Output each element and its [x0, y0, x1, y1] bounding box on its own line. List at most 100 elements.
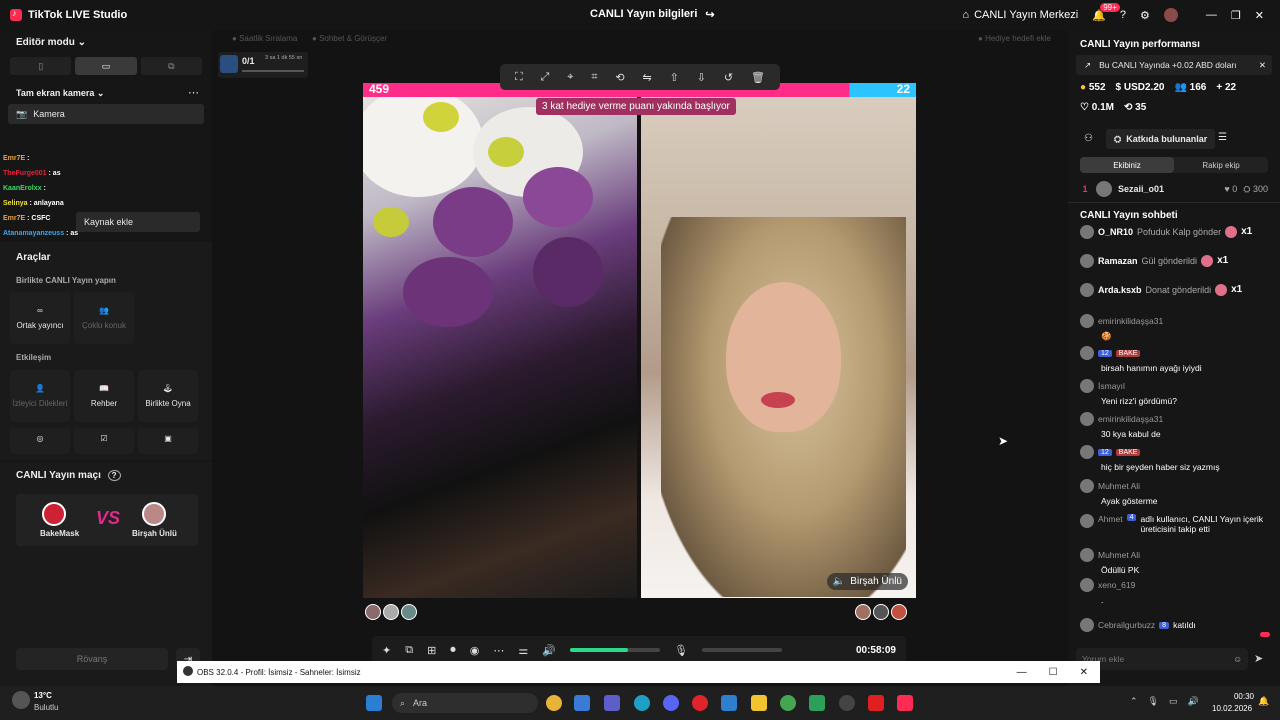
viewer-requests-button[interactable]: 👤 İzleyici Dilekleri	[10, 370, 70, 422]
emoji-icon[interactable]: ☺	[1233, 654, 1248, 664]
teams-icon[interactable]	[604, 695, 620, 711]
mic-tray-icon[interactable]: 🎙	[1148, 696, 1159, 707]
play-together-button[interactable]: 🕹 Birlikte Oyna	[138, 370, 198, 422]
fit-icon[interactable]: ⤢	[541, 71, 550, 84]
weather-icon[interactable]	[12, 691, 30, 709]
tab-chat[interactable]: ● Sohbet & Görüşçer	[312, 34, 387, 43]
mixer-icon[interactable]: ⚌	[518, 644, 528, 657]
chat-message[interactable]: 12 BAKE hiç bir şeyden haber siz yazmış	[1080, 445, 1270, 472]
earnings-banner[interactable]: ↗ Bu CANLI Yayında +0.02 ABD doları ✕	[1076, 55, 1272, 75]
contributors-button[interactable]: ⛭ Katkıda bulunanlar	[1106, 129, 1216, 149]
app-icon[interactable]	[809, 695, 825, 711]
chevron-up-icon[interactable]: ⌃	[1130, 696, 1138, 707]
layer-up-icon[interactable]: ⇧	[670, 71, 679, 84]
rotate-option[interactable]: ⧉	[140, 57, 202, 75]
tab-rival-team[interactable]: Rakip ekip	[1174, 157, 1268, 173]
add-scene-icon[interactable]: ⊞	[427, 644, 436, 657]
co-host-button[interactable]: ∞ Ortak yayıncı	[10, 292, 70, 344]
tiktok-icon[interactable]	[897, 695, 913, 711]
send-icon[interactable]: ➤	[1254, 652, 1263, 665]
comment-input[interactable]: Yorum ekle ☺	[1076, 648, 1248, 670]
gift-row[interactable]: Arda.ksxb Donat gönderildi x1	[1068, 275, 1280, 304]
chat-message[interactable]: Cebrailgurbuzz 8 katıldı	[1080, 618, 1270, 632]
chat-message[interactable]: Muhmet Ali Ayak gösterme	[1080, 479, 1270, 506]
list-icon[interactable]: ☰	[1218, 132, 1227, 143]
more-options-icon[interactable]: ⋯	[188, 86, 199, 99]
trash-icon[interactable]: 🗑	[751, 71, 765, 84]
profile-avatar[interactable]	[1163, 8, 1178, 22]
chat-message[interactable]: xeno_619.	[1080, 578, 1270, 605]
system-tray[interactable]: ⌃ 🎙 ▭ 🔊	[1130, 696, 1199, 707]
portrait-option[interactable]: ▯	[10, 57, 72, 75]
chat-message[interactable]: İsmayıl Yeni rizz'i gördümü?	[1080, 379, 1270, 406]
undo-icon[interactable]: ↺	[724, 71, 733, 84]
magic-wand-icon[interactable]: ✦	[382, 644, 391, 657]
gift-row[interactable]: O_NR10 Pofuduk Kalp gönder x1	[1068, 217, 1280, 246]
chrome-icon[interactable]	[546, 695, 562, 711]
help-icon[interactable]: ?	[107, 470, 121, 481]
chat-message[interactable]: Ahmet 4 adlı kullanıcı, CANLI Yayın içerik…	[1080, 514, 1270, 534]
live-preview[interactable]: 🔈 Birşah Ünlü 459 22 3 kat hediye verme …	[363, 82, 916, 598]
minimize-icon[interactable]: —	[1017, 667, 1027, 678]
notifications-icon[interactable]: 🔔	[1258, 696, 1269, 707]
volume-icon[interactable]: 🔊	[542, 644, 556, 657]
top-contributor-row[interactable]: 1 Sezaii_o01 ♥ 0 ⛭ 300	[1080, 181, 1268, 197]
invite-icon[interactable]: ⚇	[1084, 133, 1093, 144]
rematch-button[interactable]: Rövanş	[16, 648, 168, 670]
notification-icon[interactable]: 🔔 99+	[1092, 2, 1120, 22]
maximize-icon[interactable]: ❐	[1231, 9, 1241, 22]
mic-slider[interactable]	[701, 648, 782, 652]
chat-message[interactable]: emirinkilidaşşa31 🍪	[1080, 314, 1270, 342]
rotate-icon[interactable]: ⟲	[615, 71, 624, 84]
scene-dropdown[interactable]: Tam ekran kamera ⌄	[16, 88, 104, 99]
help-icon[interactable]: ?	[1120, 9, 1126, 21]
multi-guest-button[interactable]: 👥 Çoklu konuk	[74, 292, 134, 344]
editor-mode-dropdown[interactable]: Editör modu ⌄	[16, 37, 86, 48]
right-contributors[interactable]	[855, 604, 907, 620]
landscape-option[interactable]: ▭	[75, 57, 137, 75]
flip-icon[interactable]: ⇋	[643, 71, 652, 84]
volume-tray-icon[interactable]: 🔊	[1188, 696, 1199, 707]
microphone-icon[interactable]: 🎙	[674, 644, 688, 657]
chat-message[interactable]: 12 BAKE birsah hanımın ayağı iyiydi	[1080, 346, 1270, 373]
tab-hourly-ranking[interactable]: ● Saatlik Sıralama	[232, 34, 297, 43]
camera-source[interactable]: 📷 Kamera	[8, 104, 204, 124]
discord-icon[interactable]	[663, 695, 679, 711]
chat-message[interactable]: Muhmet Ali Ödüllü PK	[1080, 548, 1270, 575]
chat-message[interactable]: emirinkilidaşşa31 30 kya kabul de	[1080, 412, 1270, 439]
effects-icon[interactable]: ⧉	[405, 644, 413, 657]
guide-button[interactable]: 📖 Rehber	[74, 370, 134, 422]
youtube-icon[interactable]	[868, 695, 884, 711]
camera-switch-icon[interactable]: ◉	[470, 644, 480, 657]
live-info-button[interactable]: CANLI Yayın bilgileri ↪	[590, 8, 715, 21]
windows-start-icon[interactable]	[366, 695, 382, 711]
network-icon[interactable]: ▭	[1169, 696, 1178, 707]
tool-row-icon-3[interactable]: ▣	[138, 428, 198, 454]
add-gift-goal[interactable]: ● Hediye hedefi ekle	[978, 34, 1051, 43]
edge-icon[interactable]	[634, 695, 650, 711]
close-icon[interactable]: ✕	[1259, 60, 1272, 71]
fullscreen-icon[interactable]: ⛶	[515, 71, 523, 84]
tool-row-icon-1[interactable]: ◎	[10, 428, 70, 454]
gift-row[interactable]: Ramazan Gül gönderildi x1	[1068, 246, 1280, 275]
folder-icon[interactable]	[751, 695, 767, 711]
crop-icon[interactable]: ⌗	[591, 71, 597, 84]
obs-window-titlebar[interactable]: OBS 32.0.4 - Profil: İsimsiz - Sahneler:…	[177, 661, 1100, 683]
gift-goal-widget[interactable]: 0/1 3 sa 1 dk 55 sn	[218, 52, 308, 78]
tool-row-icon-2[interactable]: ☑	[74, 428, 134, 454]
volume-slider[interactable]	[569, 648, 660, 652]
close-icon[interactable]: ✕	[1255, 9, 1264, 22]
add-source-button[interactable]: Kaynak ekle	[76, 212, 200, 232]
taskbar-search[interactable]: ⌕ Ara	[392, 693, 538, 713]
chrome-alt-icon[interactable]	[780, 695, 796, 711]
host-name-tag[interactable]: 🔈 Birşah Ünlü	[826, 573, 908, 590]
live-center-button[interactable]: ⌂ CANLI Yayın Merkezi	[962, 9, 1078, 21]
center-icon[interactable]: ⌖	[567, 71, 573, 84]
minimize-icon[interactable]: —	[1206, 9, 1217, 21]
more-icon[interactable]: ⋯	[493, 644, 504, 657]
store-icon[interactable]	[574, 695, 590, 711]
record-icon[interactable]: ⏺	[450, 644, 456, 657]
maximize-icon[interactable]: ☐	[1049, 667, 1058, 678]
opera-icon[interactable]	[692, 695, 708, 711]
tab-our-team[interactable]: Ekibiniz	[1080, 157, 1174, 173]
